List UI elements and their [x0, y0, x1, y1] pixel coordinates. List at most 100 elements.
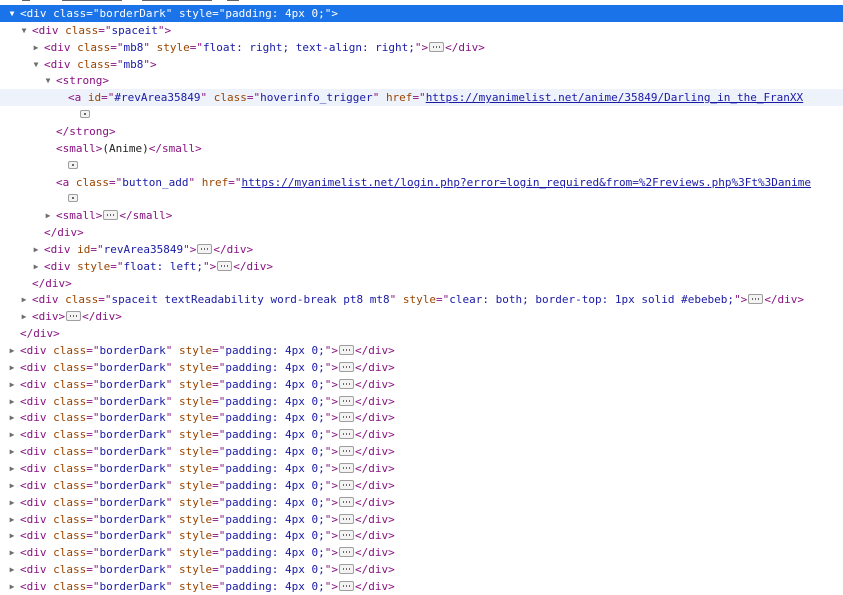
- whitespace-node-icon[interactable]: [68, 160, 78, 169]
- collapse-arrow-icon[interactable]: ▶: [31, 241, 41, 258]
- dom-node-row[interactable]: ▶ <div class="borderDark" style="padding:…: [0, 477, 843, 494]
- attr-name: class: [53, 546, 87, 560]
- ellipsis-expand-icon[interactable]: [338, 513, 354, 524]
- ellipsis-expand-icon[interactable]: [338, 395, 354, 406]
- dom-node-row[interactable]: ▶ <div class="borderDark" style="padding:…: [0, 561, 843, 578]
- ellipsis-expand-icon[interactable]: [338, 429, 354, 440]
- collapse-arrow-icon[interactable]: ▶: [31, 39, 41, 56]
- attr-value: padding: 4px 0;: [225, 7, 325, 20]
- dom-node-row[interactable]: </strong>: [0, 123, 843, 140]
- attr-name: href: [201, 175, 229, 189]
- attr-link[interactable]: https://myanimelist.net/login.php?error=…: [241, 176, 811, 189]
- tag-token: ">: [324, 512, 338, 526]
- dom-node-row[interactable]: </div>: [0, 224, 843, 241]
- dom-node-row[interactable]: <a class="button_add" href="https://myan…: [0, 174, 843, 191]
- collapse-arrow-icon[interactable]: ▶: [7, 578, 17, 595]
- collapse-arrow-icon[interactable]: ▶: [7, 460, 17, 477]
- tag-token: ">: [734, 293, 748, 307]
- dom-node-row[interactable]: ▶ <small> </small>: [0, 207, 843, 224]
- collapse-arrow-icon[interactable]: ▶: [7, 477, 17, 494]
- dom-node-row[interactable]: ▶ <div class="borderDark" style="padding:…: [0, 544, 843, 561]
- ellipsis-expand-icon[interactable]: [338, 345, 354, 355]
- whitespace-node-icon[interactable]: [80, 110, 90, 119]
- dom-node-row[interactable]: ▶ <div class="borderDark" style="padding:…: [0, 376, 843, 393]
- ellipsis-expand-icon[interactable]: [338, 479, 354, 490]
- attr-value: revArea35849: [103, 242, 184, 256]
- ellipsis-expand-icon[interactable]: [103, 210, 119, 221]
- collapse-arrow-icon[interactable]: ▶: [7, 494, 17, 511]
- collapse-arrow-icon[interactable]: ▶: [7, 561, 17, 578]
- ellipsis-expand-icon[interactable]: [217, 260, 233, 271]
- ellipsis-expand-icon[interactable]: [338, 446, 354, 457]
- expand-arrow-icon[interactable]: ▼: [19, 22, 29, 39]
- dom-node-row[interactable]: ▶ <div class="borderDark" style="padding:…: [0, 393, 843, 410]
- dom-node-row[interactable]: ▶ <div id="revArea35849"> </div>: [0, 241, 843, 258]
- collapse-arrow-icon[interactable]: ▶: [7, 426, 17, 443]
- collapse-arrow-icon[interactable]: ▶: [19, 308, 29, 325]
- collapse-arrow-icon[interactable]: ▶: [43, 207, 53, 224]
- collapse-arrow-icon[interactable]: ▶: [7, 342, 17, 359]
- tag-token: </div>: [354, 546, 395, 560]
- dom-node-row[interactable]: ▶ <div class="borderDark" style="padding:…: [0, 511, 843, 528]
- dom-node-row-selected[interactable]: ▼ <div class="borderDark" style="padding:…: [0, 5, 843, 22]
- dom-node-row[interactable]: ▶ <div class="borderDark" style="padding:…: [0, 359, 843, 376]
- collapse-arrow-icon[interactable]: ▶: [7, 511, 17, 528]
- collapse-arrow-icon[interactable]: ▶: [31, 258, 41, 275]
- dom-node-row[interactable]: ▶ <div class="borderDark" style="padding:…: [0, 342, 843, 359]
- ellipsis-expand-icon[interactable]: [338, 378, 354, 389]
- dom-node-row[interactable]: ▼ <div class="mb8">: [0, 56, 843, 73]
- ellipsis-expand-icon[interactable]: [429, 41, 445, 52]
- collapse-arrow-icon[interactable]: ▶: [7, 393, 17, 410]
- whitespace-node-icon[interactable]: [68, 194, 78, 203]
- dom-node-row[interactable]: <a id="#revArea35849" class="hoverinfo_t…: [0, 89, 843, 107]
- collapse-arrow-icon[interactable]: ▶: [7, 376, 17, 393]
- attr-link[interactable]: https://myanimelist.net/anime/35849/Darl…: [426, 91, 804, 104]
- tag-token: </div>: [82, 310, 122, 324]
- ellipsis-expand-icon[interactable]: [66, 311, 82, 322]
- dom-node-row[interactable]: <small>(Anime)</small>: [0, 140, 843, 157]
- ellipsis-expand-icon[interactable]: [748, 294, 764, 305]
- dom-node-row[interactable]: ▶ <div class="borderDark" style="padding:…: [0, 409, 843, 426]
- collapse-arrow-icon[interactable]: ▶: [7, 544, 17, 561]
- ellipsis-expand-icon[interactable]: [338, 496, 354, 507]
- tag-token: </div>: [354, 360, 395, 374]
- dom-node-row[interactable]: ▶ <div class="spaceit textReadability wor…: [0, 291, 843, 308]
- ellipsis-expand-icon[interactable]: [197, 243, 213, 254]
- ellipsis-expand-icon[interactable]: [338, 564, 354, 575]
- tag-token: </small>: [148, 141, 202, 155]
- ellipsis-expand-icon[interactable]: [338, 530, 354, 541]
- expand-arrow-icon[interactable]: ▼: [7, 5, 17, 22]
- collapse-arrow-icon[interactable]: ▶: [7, 359, 17, 376]
- expand-arrow-icon[interactable]: ▼: [31, 56, 41, 73]
- collapse-arrow-icon[interactable]: ▶: [7, 527, 17, 544]
- dom-node-row[interactable]: [0, 106, 843, 123]
- dom-node-row[interactable]: [0, 190, 843, 207]
- dom-node-row[interactable]: [0, 157, 843, 174]
- collapse-arrow-icon[interactable]: ▶: [7, 443, 17, 460]
- dom-node-row[interactable]: ▶ <div class="mb8" style="float: right; t…: [0, 39, 843, 56]
- attr-name: class: [213, 91, 247, 105]
- ellipsis-expand-icon[interactable]: [338, 462, 354, 473]
- dom-node-row[interactable]: ▶ <div class="borderDark" style="padding:…: [0, 527, 843, 544]
- dom-node-row[interactable]: ▶ <div class="borderDark" style="padding:…: [0, 494, 843, 511]
- ellipsis-expand-icon[interactable]: [338, 580, 354, 591]
- expand-arrow-icon[interactable]: ▼: [43, 72, 53, 89]
- attr-value: borderDark: [99, 546, 166, 560]
- ellipsis-expand-icon[interactable]: [338, 547, 354, 558]
- collapse-arrow-icon[interactable]: ▶: [7, 409, 17, 426]
- dom-node-row[interactable]: ▶ <div class="borderDark" style="padding:…: [0, 426, 843, 443]
- dom-node-row[interactable]: ▶ <div> </div>: [0, 308, 843, 325]
- attr-name: class: [53, 411, 87, 425]
- dom-node-row[interactable]: ▶ <div class="borderDark" style="padding:…: [0, 460, 843, 477]
- dom-node-row[interactable]: ▼ <div class="spaceit">: [0, 22, 843, 39]
- attr-name: style: [178, 461, 213, 475]
- dom-node-row[interactable]: </div>: [0, 275, 843, 292]
- ellipsis-expand-icon[interactable]: [338, 412, 354, 423]
- dom-node-row[interactable]: ▶ <div style="float: left;"> </div>: [0, 258, 843, 275]
- dom-node-row[interactable]: ▼ <strong>: [0, 72, 843, 89]
- ellipsis-expand-icon[interactable]: [338, 361, 354, 372]
- collapse-arrow-icon[interactable]: ▶: [19, 291, 29, 308]
- dom-node-row[interactable]: ▶ <div class="borderDark" style="padding:…: [0, 443, 843, 460]
- dom-node-row[interactable]: </div>: [0, 325, 843, 342]
- dom-node-row[interactable]: ▶ <div class="borderDark" style="padding:…: [0, 578, 843, 595]
